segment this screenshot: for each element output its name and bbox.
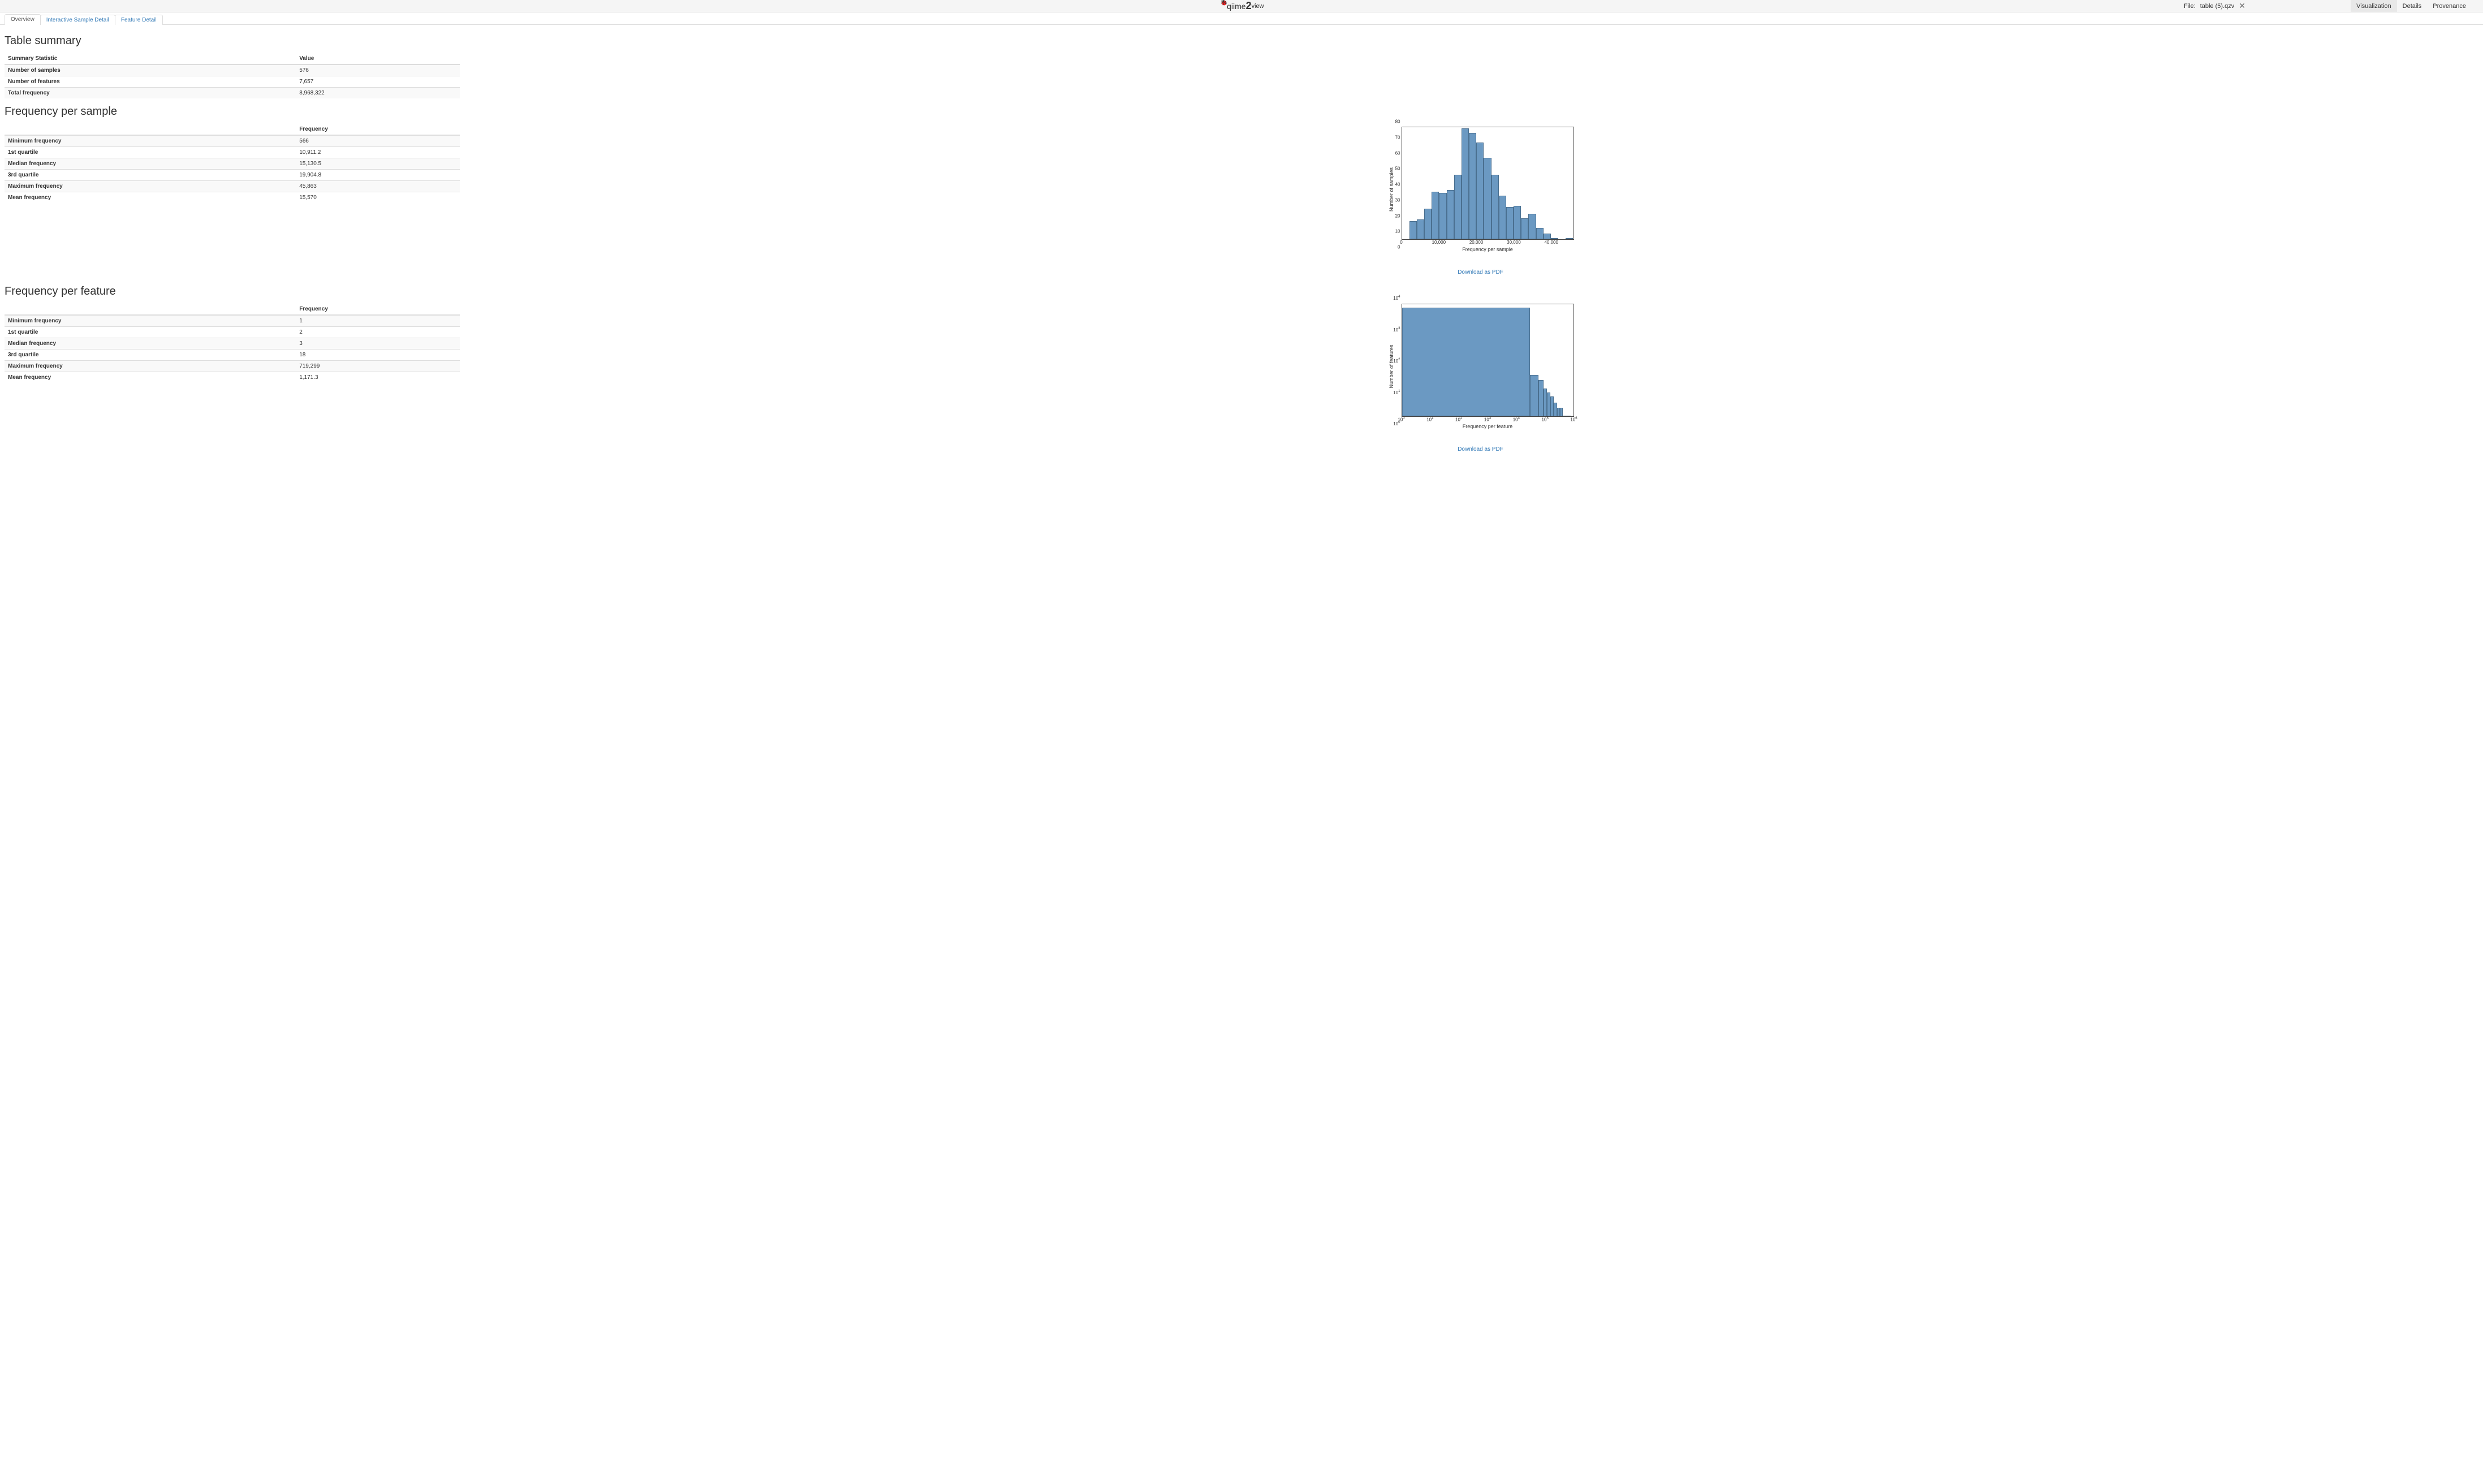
file-prefix: File:: [2184, 3, 2196, 10]
file-label: File: table (5).qzv ✕: [2184, 1, 2245, 11]
histogram-bar: [1469, 133, 1476, 239]
logo-2: 2: [1246, 0, 1252, 12]
chart1-xticks: 010,00020,00030,00040,000: [1402, 240, 1574, 245]
tab-label: Visualization: [2356, 3, 2391, 10]
table-row: Number of samples576: [5, 64, 460, 76]
app-header: 🐞 q iime 2 view File: table (5).qzv ✕ Vi…: [0, 0, 2483, 12]
section-title-freq-feature: Frequency per feature: [5, 285, 460, 298]
tab-label: Provenance: [2433, 3, 2466, 10]
table-row: Mean frequency15,570: [5, 192, 460, 204]
table-row: Median frequency3: [5, 338, 460, 350]
subtab-label: Interactive Sample Detail: [46, 17, 109, 23]
histogram-bar: [1409, 221, 1417, 239]
histogram-bar: [1499, 196, 1506, 239]
table-row: Maximum frequency719,299: [5, 361, 460, 372]
histogram-bar: [1417, 219, 1424, 239]
left-column: Table summary Summary Statistic Value Nu…: [5, 28, 460, 481]
histogram-bar: [1506, 207, 1514, 239]
chart1-plot-area: [1402, 127, 1574, 240]
tab-label: Details: [2403, 3, 2422, 10]
content: Table summary Summary Statistic Value Nu…: [0, 25, 2483, 498]
histogram-bar: [1544, 234, 1551, 239]
section-title-freq-sample: Frequency per sample: [5, 105, 460, 118]
chart1-xlabel: Frequency per sample: [1402, 247, 1574, 252]
col-frequency: Frequency: [296, 124, 460, 135]
chart2-xticks: 100101102103104105106: [1402, 417, 1574, 422]
histogram-bar: [1476, 143, 1484, 239]
histogram-bar: [1439, 193, 1446, 239]
histogram-bar: [1514, 206, 1521, 239]
histogram-bar: [1447, 190, 1454, 239]
header-tabs: Visualization Details Provenance: [2351, 0, 2472, 12]
histogram-bar: [1536, 228, 1544, 239]
col-value: Value: [296, 53, 460, 64]
download-pdf-link[interactable]: Download as PDF: [1458, 269, 1503, 275]
file-name: table (5).qzv: [2200, 3, 2235, 10]
right-column: Number of samples 01020304050607080 010,…: [482, 28, 2478, 481]
chart2-xlabel: Frequency per feature: [1402, 424, 1574, 429]
table-row: Median frequency15,130.5: [5, 158, 460, 170]
tab-details[interactable]: Details: [2397, 0, 2428, 12]
chart2-plot-area: [1402, 304, 1574, 417]
col-statistic: Summary Statistic: [5, 53, 296, 64]
tab-visualization[interactable]: Visualization: [2351, 0, 2397, 12]
chart-freq-per-feature: Number of features 100101102103104 10010…: [1387, 304, 1574, 429]
histogram-bar: [1560, 408, 1563, 416]
histogram-bar: [1491, 175, 1499, 239]
table-row: 1st quartile2: [5, 327, 460, 338]
histogram-bar: [1521, 218, 1528, 239]
histogram-bar: [1462, 128, 1469, 239]
histogram-bar: [1402, 308, 1530, 416]
chart2-yticks: 100101102103104: [1389, 304, 1400, 429]
table-row: Minimum frequency1: [5, 315, 460, 327]
subtab-feature-detail[interactable]: Feature Detail: [115, 15, 163, 25]
table-row: 3rd quartile18: [5, 350, 460, 361]
download-pdf-link[interactable]: Download as PDF: [1458, 446, 1503, 452]
table-row: Maximum frequency45,863: [5, 181, 460, 192]
histogram-bar: [1432, 192, 1439, 239]
tab-provenance[interactable]: Provenance: [2427, 0, 2472, 12]
logo-view: view: [1252, 3, 1264, 10]
table-row: 1st quartile10,911.2: [5, 147, 460, 158]
histogram-bar: [1528, 214, 1536, 239]
subtab-label: Overview: [11, 16, 35, 23]
table-row: Number of features7,657: [5, 76, 460, 88]
histogram-bar: [1454, 175, 1462, 239]
col-frequency: Frequency: [296, 304, 460, 315]
subtabs: Overview Interactive Sample Detail Featu…: [0, 12, 2483, 25]
close-icon[interactable]: ✕: [2239, 1, 2245, 11]
subtab-label: Feature Detail: [121, 17, 157, 23]
logo-bug-icon: 🐞: [1220, 0, 1228, 6]
section-title-summary: Table summary: [5, 34, 460, 48]
histogram-bar: [1538, 380, 1544, 416]
histogram-bar: [1566, 238, 1573, 239]
logo: 🐞 q iime 2 view: [1219, 0, 1264, 12]
logo-mid: iime: [1231, 2, 1246, 11]
histogram-bar: [1484, 158, 1491, 239]
histogram-bar: [1551, 238, 1558, 239]
table-row: Minimum frequency566: [5, 135, 460, 147]
table-row: Total frequency8,968,322: [5, 88, 460, 99]
table-freq-feature: Frequency Minimum frequency1 1st quartil…: [5, 304, 460, 383]
histogram-bar: [1424, 209, 1432, 239]
chart-freq-per-sample: Number of samples 01020304050607080 010,…: [1387, 127, 1574, 252]
table-row: 3rd quartile19,904.8: [5, 170, 460, 181]
subtab-interactive-sample-detail[interactable]: Interactive Sample Detail: [40, 15, 115, 25]
histogram-bar: [1530, 375, 1538, 416]
table-row: Mean frequency1,171.3: [5, 372, 460, 383]
subtab-overview[interactable]: Overview: [5, 14, 41, 25]
table-freq-sample: Frequency Minimum frequency566 1st quart…: [5, 124, 460, 203]
chart1-yticks: 01020304050607080: [1389, 127, 1400, 252]
table-summary: Summary Statistic Value Number of sample…: [5, 53, 460, 98]
